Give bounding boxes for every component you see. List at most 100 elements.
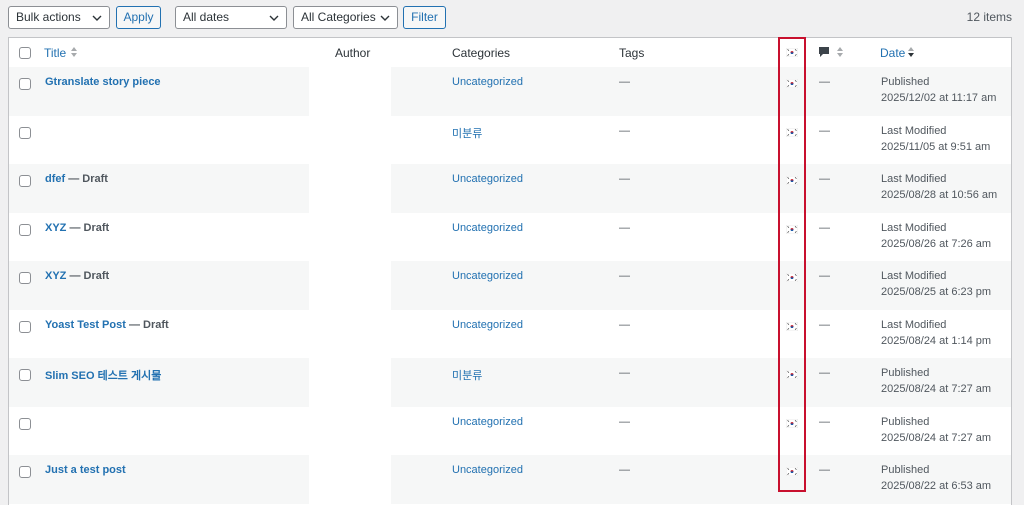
author-redaction (309, 212, 391, 261)
post-title-link[interactable]: XYZ (45, 270, 66, 282)
category-link[interactable]: Uncategorized (452, 76, 523, 88)
comments-cell: — (819, 221, 830, 234)
post-status: Published (881, 415, 930, 428)
post-status: Last Modified (881, 173, 947, 185)
post-title-link[interactable]: Slim SEO 테스트 게시물 (45, 370, 161, 382)
row-checkbox[interactable] (19, 126, 31, 139)
post-status: Published (881, 367, 930, 379)
bulk-actions-select[interactable]: Bulk actions (8, 6, 110, 29)
comments-cell: — (819, 464, 830, 476)
post-title-cell: Gtranslate story piece (45, 76, 161, 88)
column-date[interactable]: Date (880, 46, 905, 60)
post-date: 2025/08/28 at 10:56 am (881, 189, 998, 201)
category-link[interactable]: Uncategorized (452, 319, 523, 331)
post-title-cell: XYZ — Draft (45, 222, 109, 234)
category-link[interactable]: Uncategorized (452, 173, 523, 185)
category-filter-select[interactable]: All Categories (293, 6, 398, 29)
tags-cell: — (619, 415, 630, 428)
tags-cell: — (619, 76, 630, 88)
table-row: Yoast Test Post — Draft Uncategorized — — La… (9, 309, 1011, 358)
post-title-link[interactable]: Yoast Test Post (45, 319, 126, 331)
date-filter-label: All dates (183, 10, 230, 24)
row-checkbox[interactable] (19, 78, 31, 90)
sort-icon[interactable] (70, 46, 78, 58)
comments-cell: — (819, 270, 830, 282)
post-date: 2025/08/22 at 6:53 am (881, 480, 992, 492)
sort-desc-icon[interactable] (907, 46, 915, 58)
post-state: — Draft (66, 270, 110, 282)
author-redaction (309, 358, 391, 407)
table-header: Title Author Categories Tags Date (9, 38, 1011, 68)
comments-cell: — (819, 415, 830, 428)
post-status: Last Modified (881, 124, 947, 137)
table-row: Gtranslate story piece Uncategorized — — Pub… (9, 67, 1011, 116)
row-checkbox[interactable] (19, 272, 31, 284)
author-redaction (309, 455, 391, 504)
sort-icon[interactable] (836, 46, 844, 58)
comments-cell: — (819, 124, 830, 137)
post-date: 2025/08/24 at 7:27 am (881, 383, 992, 395)
row-checkbox[interactable] (19, 175, 31, 187)
date-cell: Last Modified 2025/08/26 at 7:26 am (881, 220, 991, 252)
post-title-cell: Just a test post (45, 464, 126, 476)
tags-cell: — (619, 270, 630, 282)
tags-cell: — (619, 124, 630, 137)
author-redaction (309, 309, 391, 358)
column-author: Author (335, 46, 371, 60)
post-date: 2025/08/24 at 7:27 am (881, 431, 992, 444)
apply-button[interactable]: Apply (116, 6, 161, 29)
comments-cell: — (819, 173, 830, 185)
post-title-link[interactable]: dfef (45, 173, 65, 185)
column-tags: Tags (619, 46, 645, 60)
post-state: — Draft (66, 221, 110, 234)
row-checkbox[interactable] (19, 320, 31, 333)
post-title-link[interactable]: Just a test post (45, 464, 126, 476)
date-cell: Published 2025/12/02 at 11:17 am (881, 74, 996, 106)
category-filter-label: All Categories (301, 10, 376, 24)
column-title[interactable]: Title (44, 46, 66, 60)
post-title-cell: Slim SEO 테스트 게시물 (45, 367, 161, 383)
category-link[interactable]: Uncategorized (452, 270, 523, 282)
post-status: Published (881, 464, 930, 476)
filter-button[interactable]: Filter (403, 6, 446, 29)
post-title-link[interactable]: XYZ (45, 222, 66, 234)
posts-table: Title Author Categories Tags Date Gtrans… (8, 37, 1012, 505)
row-checkbox[interactable] (19, 369, 31, 381)
post-title-link[interactable]: Gtranslate story piece (45, 76, 161, 88)
tags-cell: — (619, 173, 630, 185)
category-link[interactable]: Uncategorized (452, 222, 523, 234)
language-column-highlight (778, 37, 806, 492)
bulk-actions-label: Bulk actions (16, 10, 81, 24)
row-checkbox[interactable] (19, 466, 31, 478)
author-redaction (309, 406, 391, 455)
table-row: XYZ — Draft Uncategorized — — Last Modified 2… (9, 212, 1011, 261)
author-redaction (309, 164, 391, 213)
post-date: 2025/11/05 at 9:51 am (881, 140, 991, 153)
post-date: 2025/12/02 at 11:17 am (881, 92, 997, 104)
comment-icon[interactable] (818, 46, 830, 58)
date-cell: Last Modified 2025/11/05 at 9:51 am (881, 123, 990, 155)
table-row: 미분류 — — Last Modified 2025/11/05 at 9:51 am (9, 115, 1011, 164)
row-checkbox[interactable] (19, 223, 31, 236)
tags-cell: — (619, 221, 630, 234)
comments-cell: — (819, 76, 830, 88)
date-cell: Last Modified 2025/08/24 at 1:14 pm (881, 317, 991, 349)
post-status: Published (881, 76, 930, 88)
category-link[interactable]: Uncategorized (452, 416, 523, 428)
chevron-down-icon (92, 15, 102, 21)
date-cell: Published 2025/08/22 at 6:53 am (881, 462, 991, 494)
category-link[interactable]: Uncategorized (452, 464, 523, 476)
comments-cell: — (819, 318, 830, 331)
date-cell: Last Modified 2025/08/28 at 10:56 am (881, 171, 997, 203)
author-redaction (309, 67, 391, 116)
table-row: Slim SEO 테스트 게시물 미분류 — — Published 2025/08/24… (9, 358, 1011, 407)
select-all-checkbox[interactable] (19, 47, 31, 59)
date-filter-select[interactable]: All dates (175, 6, 287, 29)
row-checkbox[interactable] (19, 417, 31, 430)
tags-cell: — (619, 318, 630, 331)
post-state: — Draft (125, 318, 169, 331)
chevron-down-icon (269, 15, 279, 21)
category-link[interactable]: 미분류 (452, 125, 482, 141)
author-redaction (309, 115, 391, 164)
category-link[interactable]: 미분류 (452, 367, 482, 383)
